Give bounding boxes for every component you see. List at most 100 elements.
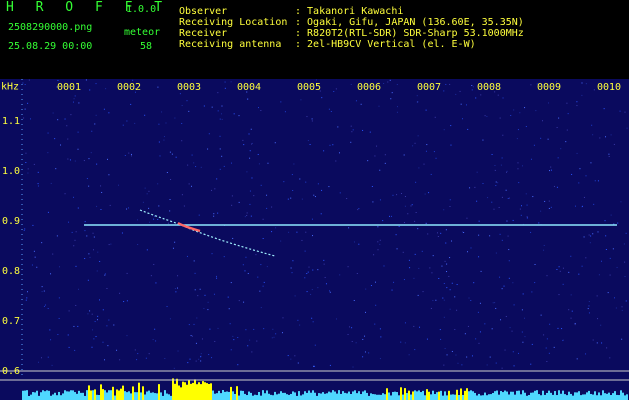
histogram-bar [532, 392, 534, 400]
histogram-bar [600, 395, 602, 400]
histogram-bar [622, 392, 624, 400]
histogram-bar [334, 391, 336, 400]
noise-speck [104, 359, 106, 361]
noise-speck [531, 343, 533, 345]
noise-speck [517, 162, 519, 164]
histogram-bar [82, 392, 84, 400]
noise-speck [521, 331, 523, 333]
noise-speck [459, 90, 461, 92]
noise-speck [417, 228, 419, 230]
noise-speck [440, 232, 442, 234]
noise-speck [28, 79, 30, 81]
histogram-bar [110, 390, 112, 400]
noise-speck [534, 282, 536, 284]
noise-speck [470, 300, 472, 302]
histogram-bar [460, 388, 462, 400]
histogram-bar [300, 395, 302, 400]
noise-speck [525, 193, 527, 195]
y-tick-label: 0.8 [2, 266, 20, 277]
histogram-bar [536, 390, 538, 400]
histogram-bar [198, 382, 200, 400]
histogram-bar [98, 394, 100, 400]
noise-speck [207, 301, 209, 303]
noise-speck [301, 198, 303, 200]
histogram-bar [124, 391, 126, 400]
noise-speck [107, 345, 109, 347]
histogram-bar [276, 394, 278, 400]
noise-speck [274, 142, 276, 144]
histogram-bar [230, 386, 232, 400]
histogram-bar [196, 384, 198, 400]
histogram-bar [456, 389, 458, 400]
noise-speck [450, 144, 452, 146]
histogram-bar [354, 390, 356, 400]
noise-speck [229, 323, 231, 325]
noise-speck [412, 145, 414, 147]
noise-speck [73, 325, 75, 327]
noise-speck [567, 113, 569, 115]
noise-speck [244, 216, 246, 218]
noise-speck [110, 243, 112, 245]
histogram-bar [408, 390, 410, 400]
noise-speck [609, 274, 611, 276]
histogram-bar [396, 392, 398, 400]
histogram-bar [236, 386, 238, 400]
noise-speck [518, 182, 520, 184]
noise-speck [108, 174, 110, 176]
noise-speck [157, 86, 159, 88]
noise-speck [379, 239, 381, 241]
noise-speck [522, 341, 524, 343]
histogram-bar [406, 393, 408, 400]
histogram-bar [388, 392, 390, 400]
histogram-bar [440, 390, 442, 400]
noise-speck [219, 135, 221, 137]
noise-speck [245, 329, 247, 331]
histogram-bar [418, 390, 420, 400]
noise-speck [479, 302, 481, 304]
noise-speck [83, 160, 85, 162]
noise-speck [200, 356, 202, 358]
noise-speck [574, 324, 576, 326]
noise-speck [262, 285, 264, 287]
histogram-bar [64, 390, 66, 400]
noise-speck [95, 114, 97, 116]
noise-speck [211, 189, 213, 191]
noise-speck [306, 116, 308, 118]
noise-speck [75, 304, 77, 306]
noise-speck [624, 261, 626, 263]
noise-speck [430, 173, 432, 175]
noise-speck [609, 357, 611, 359]
histogram-bar [350, 394, 352, 400]
noise-speck [312, 235, 314, 237]
noise-speck [166, 306, 168, 308]
noise-speck [581, 265, 583, 267]
noise-speck [605, 136, 607, 138]
noise-speck [175, 156, 177, 158]
noise-speck [501, 367, 503, 369]
noise-speck [186, 100, 188, 102]
noise-speck [130, 153, 132, 155]
noise-speck [60, 144, 62, 146]
histogram-bar [270, 394, 272, 400]
noise-speck [70, 114, 72, 116]
noise-speck [526, 217, 528, 219]
noise-speck [102, 309, 104, 311]
noise-speck [152, 339, 154, 341]
noise-speck [566, 102, 568, 104]
histogram-bar [490, 394, 492, 400]
noise-speck [296, 231, 298, 233]
noise-speck [546, 338, 548, 340]
histogram-bar [376, 394, 378, 400]
noise-speck [23, 117, 25, 119]
noise-speck [271, 337, 273, 339]
noise-speck [362, 338, 364, 340]
histogram-bar [158, 384, 160, 400]
noise-speck [134, 349, 136, 351]
noise-speck [428, 192, 430, 194]
noise-speck [390, 98, 392, 100]
noise-speck [351, 131, 353, 133]
histogram-bar [162, 395, 164, 400]
histogram-bar [338, 390, 340, 400]
noise-speck [146, 193, 148, 195]
noise-speck [425, 109, 427, 111]
